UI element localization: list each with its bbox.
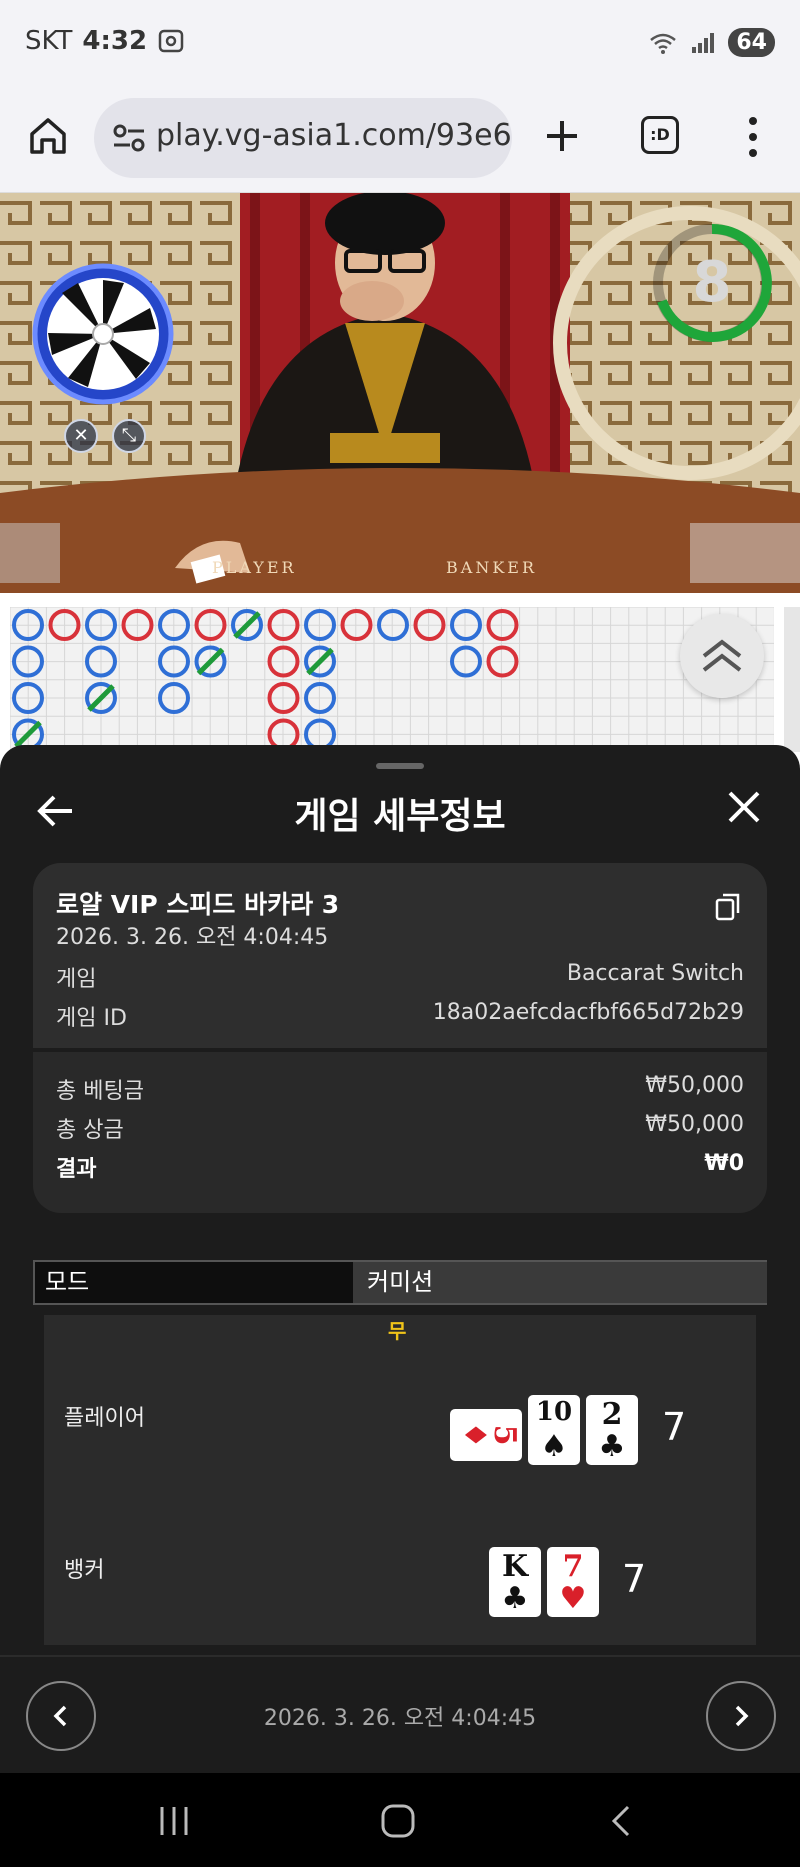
roadmap-grid <box>9 606 775 754</box>
total-win-label: 총 상금 <box>56 1118 124 1143</box>
player-card-1: 5 ♦ <box>450 1409 522 1461</box>
game-id-value: 18a02aefcdacfbf665d72b29 <box>432 1000 744 1025</box>
player-card-1-rank: 5 <box>487 1424 522 1446</box>
bead-roadmap <box>9 606 775 754</box>
address-bar[interactable]: play.vg-asia1.com/93e64 <box>94 98 512 178</box>
banker-card-2-rank: 7 <box>562 1549 584 1584</box>
result-value: ₩0 <box>704 1151 744 1176</box>
site-settings-icon[interactable] <box>112 122 146 154</box>
game-date: 2026. 3. 26. 오전 4:04:45 <box>56 925 329 950</box>
new-tab-icon[interactable] <box>544 118 580 154</box>
banker-card-2-suit: ♥ <box>559 1581 587 1616</box>
game-details-sheet: 게임 세부정보 로얄 VIP 스피드 바카라 3 2026. 3. 26. 오전… <box>0 745 800 1773</box>
back-nav-icon[interactable] <box>611 1805 630 1837</box>
card-divider <box>33 1048 767 1052</box>
expand-roadmap-button[interactable] <box>680 614 764 698</box>
game-type-label: 게임 <box>56 967 97 992</box>
signal-icon <box>692 32 715 53</box>
player-label: 플레이어 <box>64 1406 145 1431</box>
home-icon[interactable] <box>26 114 70 158</box>
player-card-2-suit: ♠ <box>540 1429 568 1464</box>
banker-label: 뱅커 <box>64 1558 105 1583</box>
double-chevron-up-icon <box>702 639 742 672</box>
close-icon[interactable] <box>726 789 762 825</box>
close-wheel-button[interactable]: ✕ <box>64 419 98 453</box>
countdown-timer: 8 <box>653 223 772 342</box>
next-round-button[interactable] <box>706 1681 776 1751</box>
live-video-stream: ✕ ⤡ 8 PLAYER BANKER <box>0 193 800 593</box>
tab-switcher-button[interactable]: :D <box>641 116 679 154</box>
banker-card-2: 7 ♥ <box>547 1547 599 1617</box>
countdown-value: 8 <box>693 250 732 315</box>
banker-score: 7 <box>622 1557 647 1601</box>
status-left: SKT 4:32 <box>25 26 185 56</box>
recent-apps-icon[interactable] <box>160 1807 188 1835</box>
player-card-2-rank: 10 <box>535 1397 573 1427</box>
screenshot-icon <box>158 29 184 53</box>
carrier-label: SKT <box>25 26 73 56</box>
game-name: 로얄 VIP 스피드 바카라 3 <box>56 890 340 919</box>
player-card-3: 2 ♣ <box>586 1395 638 1465</box>
tab-mode: 모드 <box>35 1262 353 1303</box>
browser-toolbar: play.vg-asia1.com/93e64 :D <box>0 90 800 193</box>
wifi-icon <box>650 33 677 54</box>
banker-card-1-suit: ♣ <box>501 1581 529 1616</box>
banker-card-1-rank: K <box>501 1549 529 1584</box>
game-type-value: Baccarat Switch <box>566 961 744 986</box>
system-nav-icons <box>160 1804 630 1838</box>
total-bet-label: 총 베팅금 <box>56 1079 144 1104</box>
game-summary-card: 로얄 VIP 스피드 바카라 3 2026. 3. 26. 오전 4:04:45… <box>33 863 767 1213</box>
player-card-3-rank: 2 <box>601 1397 623 1432</box>
hand-result-panel: 무 플레이어 5 ♦ 10 ♠ 2 ♣ 7 뱅커 K ♣ 7 ♥ 7 <box>44 1315 756 1645</box>
bonus-wheel-icon[interactable] <box>32 263 174 405</box>
home-nav-icon[interactable] <box>381 1804 415 1838</box>
sheet-title: 게임 세부정보 <box>294 796 506 837</box>
expand-wheel-button[interactable]: ⤡ <box>112 419 146 453</box>
commission-value: 무 <box>388 1319 407 1343</box>
player-card-2: 10 ♠ <box>528 1395 580 1465</box>
mode-commission-header: 모드 커미션 <box>33 1260 767 1305</box>
tab-commission: 커미션 <box>355 1262 767 1303</box>
roadmap-side-strip <box>784 607 800 752</box>
url-text[interactable]: play.vg-asia1.com/93e64 <box>156 118 512 153</box>
status-bar: SKT 4:32 64 <box>0 0 800 90</box>
player-card-3-suit: ♣ <box>598 1429 626 1464</box>
copy-icon[interactable] <box>715 893 741 921</box>
footer-divider <box>0 1655 800 1657</box>
battery-indicator: 64 <box>728 28 775 57</box>
total-bet-value: ₩50,000 <box>645 1073 744 1098</box>
banker-zone-label: BANKER <box>446 558 537 577</box>
more-menu-icon[interactable] <box>745 114 761 160</box>
player-score: 7 <box>662 1405 687 1449</box>
round-date: 2026. 3. 26. 오전 4:04:45 <box>263 1706 537 1731</box>
player-card-1-suit: ♦ <box>457 1421 492 1449</box>
total-win-value: ₩50,000 <box>645 1112 744 1137</box>
chevron-right-icon <box>735 1705 749 1727</box>
game-id-label: 게임 ID <box>56 1006 127 1031</box>
banker-card-1: K ♣ <box>489 1547 541 1617</box>
sheet-drag-handle[interactable] <box>376 763 424 769</box>
result-label: 결과 <box>56 1157 97 1182</box>
status-right: 64 <box>648 28 775 57</box>
player-zone-label: PLAYER <box>212 558 297 577</box>
clock: 4:32 <box>82 26 148 56</box>
system-navigation-bar <box>0 1773 800 1867</box>
